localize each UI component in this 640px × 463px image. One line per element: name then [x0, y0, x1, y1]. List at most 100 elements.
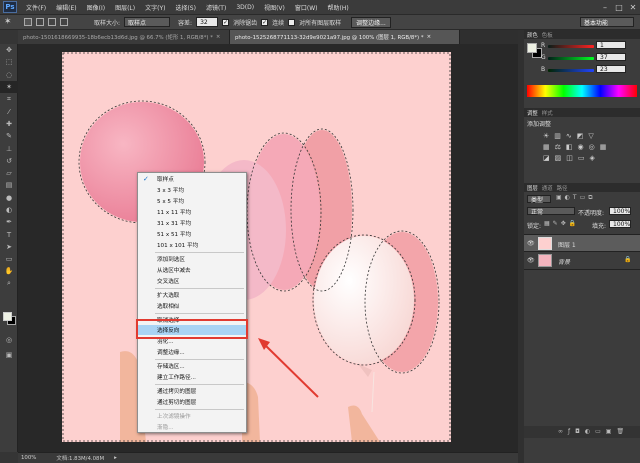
- quick-mask-icon[interactable]: ◎: [0, 334, 18, 346]
- new-selection-icon[interactable]: [24, 18, 32, 26]
- hue-icon[interactable]: ▦: [543, 143, 555, 151]
- intersect-selection-icon[interactable]: [60, 18, 68, 26]
- layer-name[interactable]: 图层 1: [558, 240, 576, 249]
- red-slider[interactable]: [548, 45, 594, 48]
- new-layer-icon[interactable]: ▣: [606, 428, 617, 435]
- layer-row[interactable]: 👁 图层 1: [524, 234, 640, 252]
- close-icon[interactable]: ×: [427, 34, 432, 40]
- selective-color-icon[interactable]: ◈: [590, 154, 600, 162]
- menu-view[interactable]: 视图(V): [259, 3, 290, 12]
- bw-icon[interactable]: ◧: [566, 143, 578, 151]
- history-brush-icon[interactable]: ↺: [0, 155, 18, 167]
- move-tool-icon[interactable]: ✥: [0, 44, 18, 56]
- document-canvas[interactable]: [62, 52, 451, 442]
- layer-filter-icons[interactable]: ▣◐T▭⧉: [556, 194, 596, 202]
- dodge-tool-icon[interactable]: ◐: [0, 204, 18, 216]
- menu-item-save-selection[interactable]: 存储选区...: [138, 361, 246, 371]
- levels-icon[interactable]: ▥: [554, 132, 566, 140]
- menu-window[interactable]: 窗口(W): [290, 3, 323, 12]
- menu-select[interactable]: 选择(S): [170, 3, 201, 12]
- menu-item-101x101[interactable]: 101 x 101 平均: [138, 240, 246, 250]
- tab-styles[interactable]: 样式: [542, 109, 553, 117]
- vibrance-icon[interactable]: ▽: [588, 132, 598, 140]
- invert-icon[interactable]: ◪: [543, 154, 555, 162]
- pen-tool-icon[interactable]: ✒: [0, 216, 18, 228]
- menu-type[interactable]: 文字(Y): [140, 3, 170, 12]
- gradient-map-icon[interactable]: ▭: [578, 154, 590, 162]
- adjust-layer-icon[interactable]: ◐: [585, 428, 595, 435]
- link-icon[interactable]: ∞: [558, 428, 568, 435]
- green-value-input[interactable]: 37: [596, 53, 626, 61]
- workspace-select[interactable]: 基本功能: [580, 17, 634, 27]
- sample-all-checkbox[interactable]: [288, 18, 296, 26]
- threshold-icon[interactable]: ◫: [566, 154, 578, 162]
- blue-value-input[interactable]: 23: [596, 65, 626, 73]
- menu-3d[interactable]: 3D(D): [231, 4, 259, 11]
- canvas-area[interactable]: [18, 44, 518, 452]
- menu-item-layer-via-cut[interactable]: 通过剪切的图层: [138, 397, 246, 407]
- posterize-icon[interactable]: ▨: [555, 154, 567, 162]
- menu-image[interactable]: 图像(I): [82, 3, 110, 12]
- tolerance-input[interactable]: 32: [196, 17, 219, 27]
- crop-tool-icon[interactable]: ⌗: [0, 93, 18, 105]
- close-icon[interactable]: ×: [216, 34, 221, 40]
- menu-item-51x51[interactable]: 51 x 51 平均: [138, 229, 246, 239]
- healing-tool-icon[interactable]: ✚: [0, 118, 18, 130]
- menu-item-31x31[interactable]: 31 x 31 平均: [138, 218, 246, 228]
- opacity-input[interactable]: 100%: [609, 207, 631, 215]
- subtract-selection-icon[interactable]: [48, 18, 56, 26]
- color-ramp[interactable]: [527, 85, 637, 97]
- antialias-checkbox[interactable]: ✓: [222, 18, 230, 26]
- add-selection-icon[interactable]: [36, 18, 44, 26]
- balance-icon[interactable]: ⚖: [555, 143, 566, 151]
- tab-swatches[interactable]: 色板: [542, 31, 553, 39]
- visibility-eye-icon[interactable]: 👁: [527, 240, 535, 247]
- menu-item-subtract-selection[interactable]: 从选区中减去: [138, 265, 246, 275]
- refine-edge-button[interactable]: 调整边缘...: [351, 16, 391, 28]
- layer-row[interactable]: 👁 背景 🔒: [524, 252, 640, 270]
- type-tool-icon[interactable]: T: [0, 228, 18, 240]
- path-select-icon[interactable]: ➤: [0, 241, 18, 253]
- menu-filter[interactable]: 滤镜(T): [201, 3, 231, 12]
- brush-tool-icon[interactable]: ✎: [0, 130, 18, 142]
- lasso-tool-icon[interactable]: ◌: [0, 69, 18, 81]
- menu-item-11x11[interactable]: 11 x 11 平均: [138, 207, 246, 217]
- lock-icons[interactable]: ▦✎✥🔒: [544, 220, 579, 227]
- menu-item-intersect-selection[interactable]: 交叉选区: [138, 276, 246, 286]
- menu-item-refine-edge[interactable]: 调整边缘...: [138, 347, 246, 357]
- gradient-tool-icon[interactable]: ▤: [0, 179, 18, 191]
- visibility-eye-icon[interactable]: 👁: [527, 257, 535, 264]
- blend-mode-select[interactable]: 正常: [527, 207, 575, 216]
- magic-wand-icon[interactable]: ✶: [4, 17, 20, 27]
- menu-item-make-work-path[interactable]: 建立工作路径...: [138, 372, 246, 382]
- menu-file[interactable]: 文件(F): [21, 3, 51, 12]
- green-slider[interactable]: [548, 57, 594, 60]
- menu-item-5x5[interactable]: 5 x 5 平均: [138, 196, 246, 206]
- tab-paths[interactable]: 路径: [557, 184, 568, 192]
- fill-input[interactable]: 100%: [609, 220, 631, 228]
- layer-filter-select[interactable]: 类型: [527, 195, 551, 204]
- stamp-tool-icon[interactable]: ⊥: [0, 142, 18, 154]
- menu-item-grow[interactable]: 扩大选取: [138, 290, 246, 300]
- curves-icon[interactable]: ∿: [566, 132, 577, 140]
- blue-slider[interactable]: [548, 69, 594, 72]
- tab-color[interactable]: 颜色: [527, 31, 538, 39]
- menu-item-add-selection[interactable]: 添加到选区: [138, 254, 246, 264]
- group-icon[interactable]: ▭: [595, 428, 606, 435]
- foreground-color-swatch[interactable]: [3, 312, 12, 321]
- menu-item-similar[interactable]: 选取相似: [138, 301, 246, 311]
- menu-help[interactable]: 帮助(H): [323, 3, 354, 12]
- sample-size-select[interactable]: 取样点: [124, 17, 171, 27]
- exposure-icon[interactable]: ◩: [577, 132, 589, 140]
- screen-mode-icon[interactable]: ▣: [0, 349, 18, 361]
- menu-item-layer-via-copy[interactable]: 通过拷贝的图层: [138, 386, 246, 396]
- menu-item-3x3[interactable]: 3 x 3 平均: [138, 185, 246, 195]
- lookup-icon[interactable]: ▦: [600, 143, 612, 151]
- photo-filter-icon[interactable]: ◉: [578, 143, 589, 151]
- tab-document-2[interactable]: photo-1525268771113-32d9e9021a97.jpg @ 1…: [230, 30, 460, 44]
- brightness-icon[interactable]: ☀: [543, 132, 554, 140]
- minimize-button[interactable]: –: [598, 0, 612, 14]
- tab-channels[interactable]: 通道: [542, 184, 553, 192]
- trash-icon[interactable]: 🗑: [616, 428, 629, 435]
- menu-layer[interactable]: 图层(L): [110, 3, 140, 12]
